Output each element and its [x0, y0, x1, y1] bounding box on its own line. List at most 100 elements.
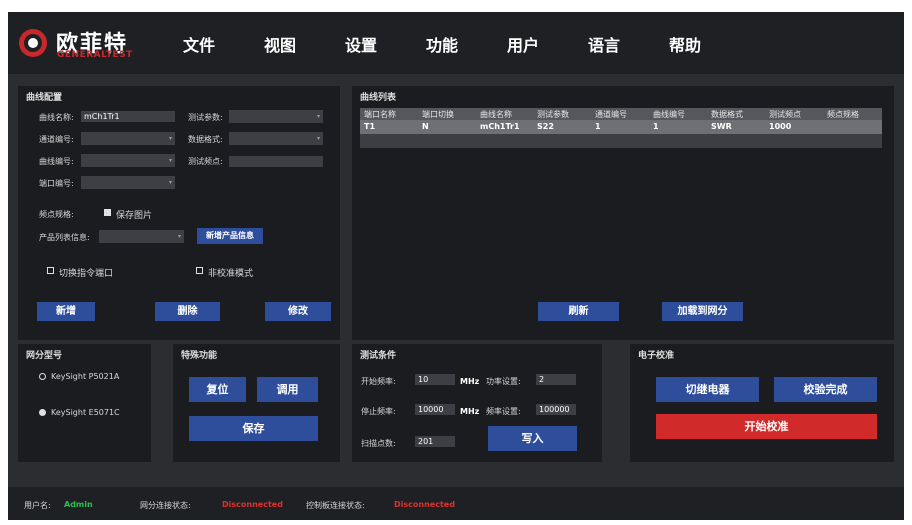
channel-select[interactable]: ▾: [81, 132, 175, 145]
table-cell: 1: [653, 122, 659, 131]
panel-title: 测试条件: [360, 351, 397, 361]
user-value: Admin: [64, 500, 93, 509]
curve-no-select[interactable]: ▾: [81, 154, 175, 167]
curve-config-panel: 曲线配置 曲线名称: mCh1Tr1 测试参数: ▾ 通道编号: ▾ 数据格式:…: [18, 86, 340, 340]
table-cell: T1: [364, 122, 376, 131]
stop-freq-unit: MHz: [460, 407, 480, 416]
spec-label: 频点规格:: [39, 210, 74, 219]
menu-view[interactable]: 视图: [264, 32, 296, 56]
switch-port-checkbox[interactable]: [47, 267, 54, 274]
new-product-button[interactable]: 新增产品信息: [197, 228, 263, 244]
switch-relay-button[interactable]: 切继电器: [656, 377, 759, 402]
chevron-down-icon: ▾: [168, 157, 172, 164]
start-freq-unit: MHz: [460, 377, 480, 386]
test-param-select[interactable]: ▾: [229, 110, 323, 123]
panel-title: 曲线列表: [360, 93, 397, 103]
logo-icon: [19, 29, 47, 57]
bandwidth-input[interactable]: 100000: [536, 404, 576, 415]
ecal-panel: 电子校准 切继电器 校验完成 开始校准: [630, 344, 894, 462]
non-calib-label: 非校准模式: [208, 269, 254, 279]
write-button[interactable]: 写入: [488, 426, 577, 451]
user-label: 用户名:: [24, 501, 51, 510]
non-calib-checkbox[interactable]: [196, 267, 203, 274]
curve-list-panel: 曲线列表 端口名称 端口切换 曲线名称 测试参数 通道编号 曲线编号 数据格式 …: [352, 86, 894, 340]
curve-no-label: 曲线编号:: [39, 157, 74, 166]
test-point-label: 测试频点:: [188, 157, 223, 166]
column-header[interactable]: 端口名称: [364, 109, 396, 120]
points-input[interactable]: 201: [415, 436, 455, 447]
column-header[interactable]: 测试频点: [769, 109, 801, 120]
data-format-label: 数据格式:: [188, 135, 223, 144]
test-param-label: 测试参数:: [188, 113, 223, 122]
table-cell: 1: [595, 122, 601, 131]
start-calibration-button[interactable]: 开始校准: [656, 414, 877, 439]
curve-name-input[interactable]: mCh1Tr1: [81, 111, 175, 122]
add-button[interactable]: 新增: [37, 302, 95, 321]
data-format-select[interactable]: ▾: [229, 132, 323, 145]
call-button[interactable]: 调用: [257, 377, 318, 402]
table-cell: S22: [537, 122, 554, 131]
save-button[interactable]: 保存: [189, 416, 318, 441]
product-list-select[interactable]: ▾: [99, 230, 184, 243]
chevron-down-icon: ▾: [177, 233, 181, 240]
menu-function[interactable]: 功能: [426, 32, 458, 56]
analyzer-option-label: KeySight E5071C: [51, 408, 120, 417]
curve-name-label: 曲线名称:: [39, 113, 74, 122]
port-select[interactable]: ▾: [81, 176, 175, 189]
save-image-label: 保存图片: [116, 211, 153, 221]
chevron-down-icon: ▾: [316, 113, 320, 120]
vna-status-label: 网分连接状态:: [140, 501, 191, 510]
analyzer-radio-p5021a[interactable]: [39, 373, 46, 380]
column-header[interactable]: 端口切换: [422, 109, 454, 120]
vna-status-value: Disconnected: [222, 500, 283, 509]
column-header[interactable]: 通道编号: [595, 109, 627, 120]
menu-user[interactable]: 用户: [507, 32, 539, 56]
points-label: 扫描点数:: [361, 439, 396, 448]
ctrl-status-value: Disconnected: [394, 500, 455, 509]
test-conditions-panel: 测试条件 开始频率: 10 MHz 功率设置: 2 停止频率: 10000 MH…: [352, 344, 602, 462]
menu-help[interactable]: 帮助: [669, 32, 701, 56]
panel-title: 网分型号: [26, 351, 63, 361]
save-image-checkbox[interactable]: [104, 209, 111, 216]
refresh-button[interactable]: 刷新: [538, 302, 619, 321]
table-cell: N: [422, 122, 429, 131]
start-freq-input[interactable]: 10: [415, 374, 455, 385]
table-header: 端口名称 端口切换 曲线名称 测试参数 通道编号 曲线编号 数据格式 测试频点 …: [360, 108, 882, 120]
chevron-down-icon: ▾: [168, 135, 172, 142]
analyzer-radio-e5071c[interactable]: [39, 409, 46, 416]
menu-settings[interactable]: 设置: [345, 32, 377, 56]
stop-freq-input[interactable]: 10000: [415, 404, 455, 415]
power-label: 功率设置:: [486, 377, 521, 386]
table-row[interactable]: T1 N mCh1Tr1 S22 1 1 SWR 1000: [360, 120, 882, 134]
special-functions-panel: 特殊功能 复位 调用 保存: [173, 344, 340, 462]
start-freq-label: 开始频率:: [361, 377, 396, 386]
reset-button[interactable]: 复位: [189, 377, 246, 402]
chevron-down-icon: ▾: [316, 135, 320, 142]
test-point-input[interactable]: [229, 156, 323, 167]
table-cell: mCh1Tr1: [480, 122, 520, 131]
column-header[interactable]: 曲线名称: [480, 109, 512, 120]
panel-title: 曲线配置: [26, 93, 63, 103]
table-cell: SWR: [711, 122, 732, 131]
modify-button[interactable]: 修改: [265, 302, 331, 321]
channel-label: 通道编号:: [39, 135, 74, 144]
app-window: 欧菲特 GENERALTEST 文件 视图 设置 功能 用户 语言 帮助 曲线配…: [8, 12, 904, 520]
menu-language[interactable]: 语言: [588, 32, 620, 56]
table-empty-row: [360, 134, 882, 148]
verify-complete-button[interactable]: 校验完成: [774, 377, 877, 402]
column-header[interactable]: 测试参数: [537, 109, 569, 120]
panel-title: 电子校准: [638, 351, 675, 361]
header-bar: 欧菲特 GENERALTEST 文件 视图 设置 功能 用户 语言 帮助: [8, 12, 904, 74]
load-to-vna-button[interactable]: 加载到网分: [662, 302, 743, 321]
column-header[interactable]: 频点规格: [827, 109, 859, 120]
column-header[interactable]: 数据格式: [711, 109, 743, 120]
ctrl-status-label: 控制板连接状态:: [306, 501, 365, 510]
status-bar: 用户名: Admin 网分连接状态: Disconnected 控制板连接状态:…: [8, 487, 904, 520]
column-header[interactable]: 曲线编号: [653, 109, 685, 120]
power-input[interactable]: 2: [536, 374, 576, 385]
panel-title: 特殊功能: [181, 351, 218, 361]
logo-subtext: GENERALTEST: [57, 50, 133, 60]
delete-button[interactable]: 删除: [155, 302, 220, 321]
chevron-down-icon: ▾: [168, 179, 172, 186]
menu-file[interactable]: 文件: [183, 32, 215, 56]
